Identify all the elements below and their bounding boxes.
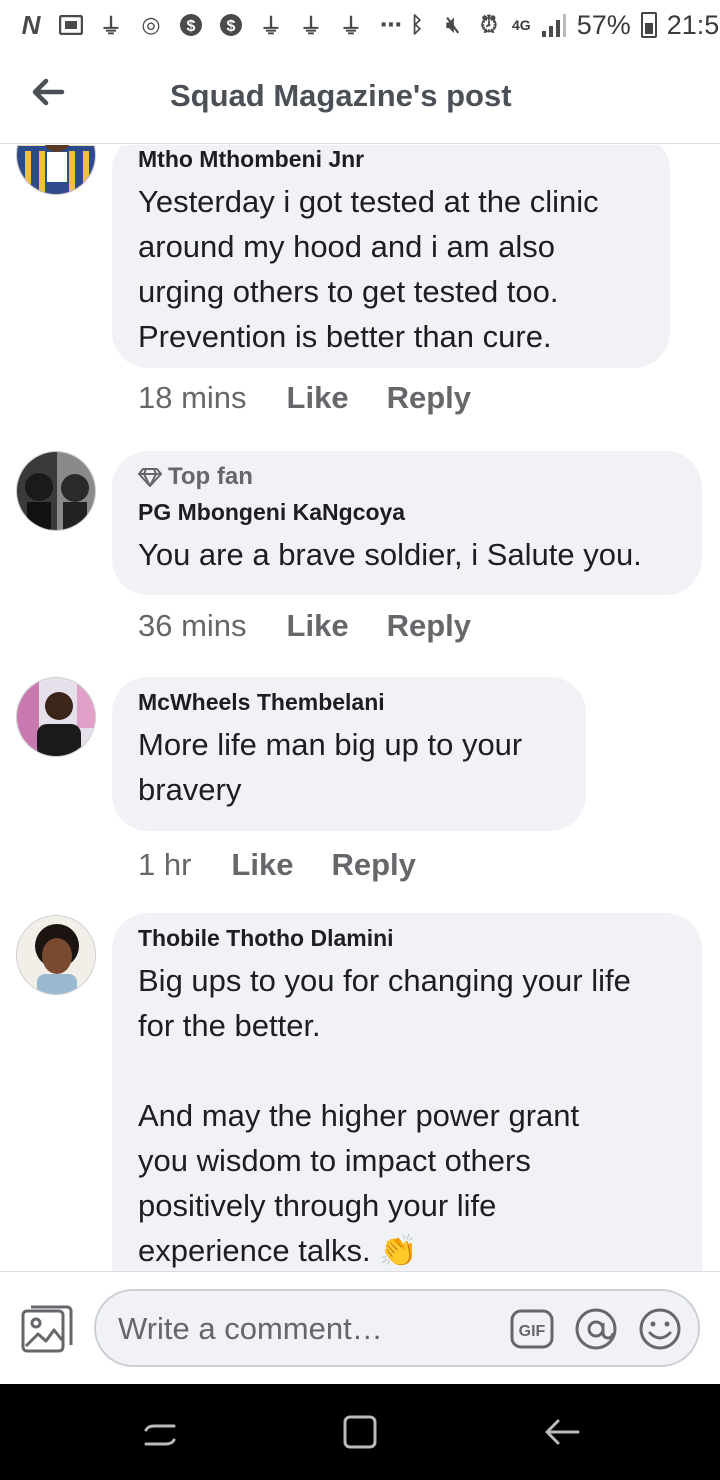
back-arrow-icon[interactable]	[28, 72, 68, 112]
comment-text: Yesterday i got tested at the clinic aro…	[138, 184, 599, 354]
page-title: Squad Magazine's post	[170, 78, 512, 113]
emoji-icon[interactable]	[638, 1307, 682, 1351]
comment-actions: 36 mins Like Reply	[138, 608, 509, 644]
usb-icon: ⏚	[339, 14, 362, 39]
home-icon[interactable]	[340, 1412, 380, 1452]
system-nav-bar	[0, 1384, 720, 1480]
mention-icon[interactable]	[574, 1307, 618, 1351]
svg-text:$: $	[227, 18, 236, 35]
usb-icon: ⏚	[259, 14, 282, 39]
battery-percent: 57%	[576, 9, 631, 40]
comments-feed[interactable]: Mtho Mthombeni Jnr Yesterday i got teste…	[0, 145, 720, 1272]
like-button[interactable]: Like	[287, 608, 349, 644]
like-button[interactable]: Like	[231, 847, 293, 883]
comment-text: You are a brave soldier, i Salute you.	[138, 537, 642, 572]
comment-author[interactable]: Thobile Thotho Dlamini	[138, 925, 676, 952]
diamond-icon	[138, 468, 162, 487]
signal-icon	[541, 12, 567, 38]
top-fan-badge: Top fan	[138, 463, 676, 491]
bluetooth-icon: ᛒ	[410, 12, 424, 37]
avatar[interactable]	[16, 145, 96, 195]
comment-input-placeholder: Write a comment…	[118, 1311, 383, 1346]
battery-icon	[640, 12, 657, 38]
comment-time[interactable]: 36 mins	[138, 608, 247, 644]
n-icon: N	[21, 9, 41, 40]
comment-bubble[interactable]: McWheels Thembelani More life man big up…	[112, 677, 586, 831]
svg-text:$: $	[187, 18, 196, 35]
comment-time[interactable]: 18 mins	[138, 380, 247, 416]
comment-composer: Write a comment… GIF	[0, 1271, 720, 1383]
reply-button[interactable]: Reply	[387, 380, 471, 416]
comment-time[interactable]: 1 hr	[138, 847, 191, 883]
comment-bubble[interactable]: Top fan PG Mbongeni KaNgcoya You are a b…	[112, 451, 702, 595]
reply-button[interactable]: Reply	[387, 608, 471, 644]
comment-actions: 18 mins Like Reply	[138, 380, 509, 416]
like-button[interactable]: Like	[287, 380, 349, 416]
dollar-icon: $	[178, 12, 204, 38]
status-bar-system: ᛒ 🔇︎ ⏰︎ 4G 57% 21:56	[404, 10, 720, 41]
back-icon[interactable]	[542, 1412, 582, 1452]
reply-button[interactable]: Reply	[331, 847, 415, 883]
gif-button[interactable]: GIF	[510, 1307, 554, 1351]
comment-bubble[interactable]: Thobile Thotho Dlamini Big ups to you fo…	[112, 913, 702, 1272]
comment-text: Big ups to you for changing your life fo…	[138, 963, 631, 1268]
dollar-icon: $	[218, 12, 244, 38]
nfc-icon: ◎	[141, 12, 161, 37]
mute-icon: 🔇︎	[446, 12, 460, 37]
avatar[interactable]	[16, 915, 96, 995]
usb-icon: ⏚	[299, 14, 322, 39]
clock: 21:56	[666, 9, 720, 40]
alarm-icon: ⏰︎	[480, 12, 498, 37]
comment-author[interactable]: McWheels Thembelani	[138, 689, 560, 716]
comment-actions: 1 hr Like Reply	[138, 847, 454, 883]
sim-icon	[58, 12, 84, 38]
comment-text: More life man big up to your bravery	[138, 727, 523, 807]
status-bar-notifications: N ⏚ ◎ $ $ ⏚ ⏚ ⏚ ⋯	[18, 9, 404, 40]
photo-icon[interactable]	[20, 1302, 74, 1356]
gif-label: GIF	[519, 1323, 546, 1340]
top-fan-label: Top fan	[168, 463, 253, 490]
comment-author[interactable]: Mtho Mthombeni Jnr	[138, 146, 644, 173]
comment-author[interactable]: PG Mbongeni KaNgcoya	[138, 499, 676, 526]
usb-icon: ⏚	[99, 14, 122, 39]
avatar[interactable]	[16, 451, 96, 531]
status-bar: N ⏚ ◎ $ $ ⏚ ⏚ ⏚ ⋯ ᛒ 🔇︎ ⏰︎ 4G 57% 21:56	[0, 0, 720, 50]
comment-bubble[interactable]: Mtho Mthombeni Jnr Yesterday i got teste…	[112, 145, 670, 368]
network-type: 4G	[512, 17, 531, 33]
avatar[interactable]	[16, 677, 96, 757]
recent-apps-icon[interactable]	[140, 1412, 180, 1452]
app-header: Squad Magazine's post	[0, 50, 720, 144]
more-icon: ⋯	[380, 12, 402, 37]
comment-input[interactable]: Write a comment… GIF	[94, 1289, 700, 1367]
